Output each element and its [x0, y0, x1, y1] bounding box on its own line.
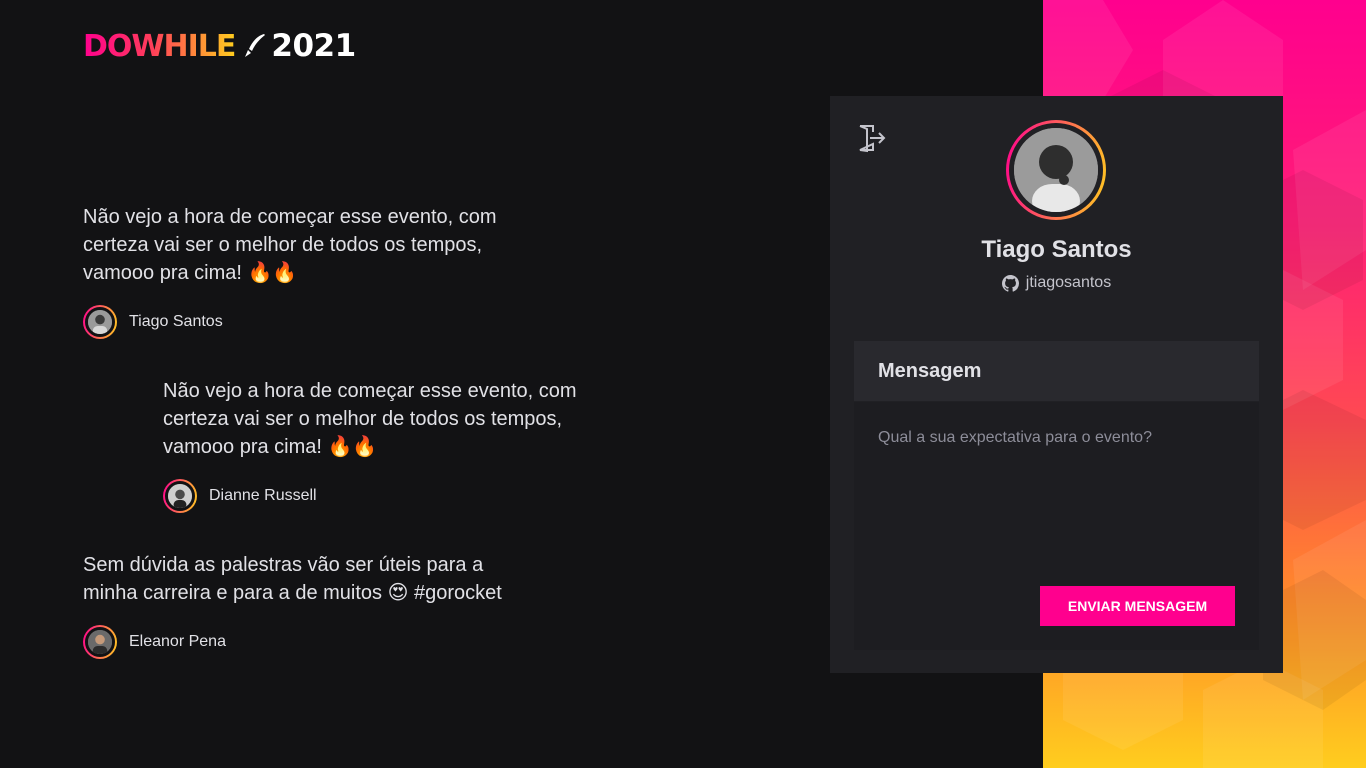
message-item: Não vejo a hora de começar esse evento, …: [163, 377, 593, 513]
avatar: [163, 479, 197, 513]
message-text: Não vejo a hora de começar esse evento, …: [163, 380, 577, 458]
rocket-icon: [245, 34, 266, 57]
message-item: Sem dúvida as palestras vão ser úteis pa…: [83, 551, 513, 659]
logo-wordmark: DOWHILE: [83, 28, 236, 64]
form-body: Enviar mensagem: [854, 402, 1259, 650]
github-icon: [1001, 274, 1019, 292]
form-title: Mensagem: [854, 341, 1259, 402]
message-author: Dianne Russell: [163, 479, 593, 513]
author-name: Eleanor Pena: [129, 633, 226, 650]
logo-year: 2021: [271, 28, 356, 64]
profile-login: jtiagosantos: [830, 274, 1283, 292]
message-item: Não vejo a hora de começar esse evento, …: [83, 203, 513, 339]
message-text: Não vejo a hora de começar esse evento, …: [83, 206, 497, 284]
github-username: jtiagosantos: [1025, 274, 1112, 291]
avatar: [83, 625, 117, 659]
message-author: Eleanor Pena: [83, 625, 513, 659]
send-message-button[interactable]: Enviar mensagem: [1040, 586, 1235, 626]
message-author: Tiago Santos: [83, 305, 513, 339]
profile-name: Tiago Santos: [981, 236, 1132, 263]
author-name: Tiago Santos: [129, 313, 223, 330]
message-text: Sem dúvida as palestras vão ser úteis pa…: [83, 554, 502, 604]
send-message-card: Tiago Santos jtiagosantos Mensagem Envia…: [830, 96, 1283, 673]
profile-avatar: [1006, 120, 1106, 220]
author-name: Dianne Russell: [209, 487, 317, 504]
sign-out-icon[interactable]: [856, 122, 888, 154]
avatar: [83, 305, 117, 339]
dowhile-logo: DOWHILE 2021: [83, 28, 356, 64]
message-form: Mensagem Enviar mensagem: [854, 341, 1259, 650]
message-textarea[interactable]: [878, 426, 1235, 546]
